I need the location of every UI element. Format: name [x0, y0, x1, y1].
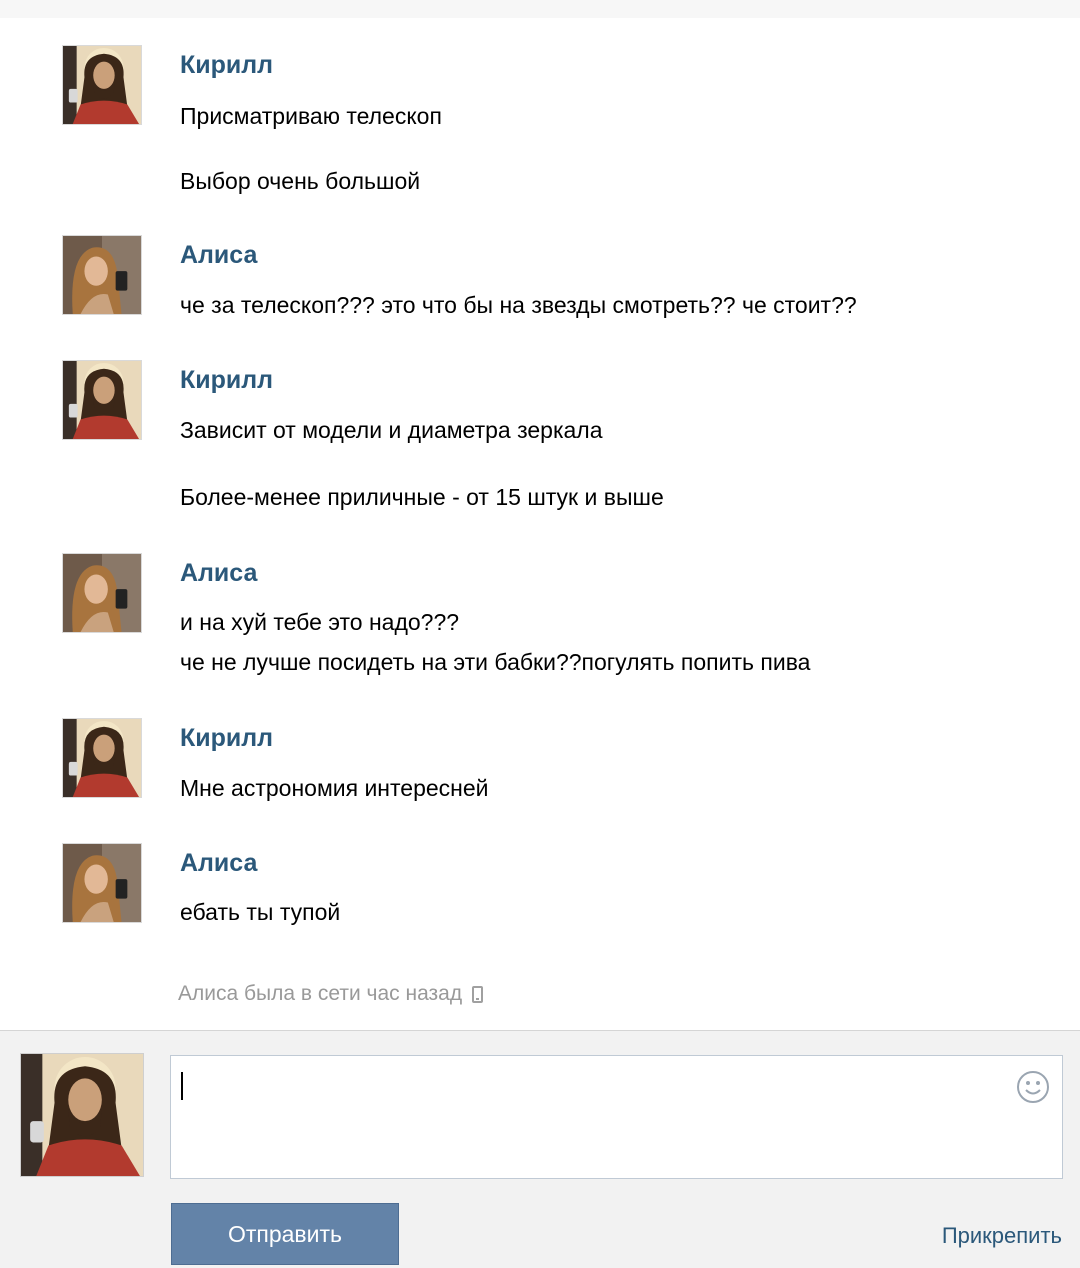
girl-avatar[interactable] [62, 235, 142, 315]
message-text: и на хуй тебе это надо??? [180, 609, 460, 635]
sender-name[interactable]: Алиса [180, 849, 257, 878]
jesus-avatar[interactable] [62, 45, 142, 125]
mobile-phone-icon [472, 985, 484, 1003]
girl-avatar[interactable] [62, 553, 142, 633]
text-caret [181, 1072, 183, 1100]
message-composer: Отправить Прикрепить [0, 1030, 1080, 1268]
message-text: Более-менее приличные - от 15 штук и выш… [180, 484, 664, 510]
message-text: Мне астрономия интересней [180, 775, 489, 801]
message-text: Выбор очень большой [180, 168, 421, 194]
jesus-avatar[interactable] [62, 360, 142, 440]
girl-avatar[interactable] [62, 843, 142, 923]
sender-name[interactable]: Алиса [180, 241, 257, 270]
online-status: Алиса была в сети час назад [178, 982, 484, 1006]
jesus-avatar[interactable] [62, 718, 142, 798]
sender-name[interactable]: Кирилл [180, 366, 273, 395]
message-input-box[interactable] [170, 1055, 1063, 1179]
message-input[interactable] [179, 1064, 1003, 1168]
message-text: че за телескоп??? это что бы на звезды с… [180, 292, 857, 318]
smile-icon[interactable] [1016, 1070, 1050, 1104]
sender-name[interactable]: Алиса [180, 559, 257, 588]
attach-link[interactable]: Прикрепить [942, 1223, 1062, 1249]
message-text: че не лучше посидеть на эти бабки??погул… [180, 649, 811, 675]
status-text: Алиса была в сети час назад [178, 982, 463, 1005]
sender-name[interactable]: Кирилл [180, 51, 273, 80]
jesus-avatar[interactable] [20, 1053, 144, 1177]
send-button[interactable]: Отправить [171, 1203, 399, 1265]
chat-history: Кирилл Присматриваю телескоп Выбор очень… [0, 0, 1080, 1030]
message-text: Присматриваю телескоп [180, 103, 442, 129]
message-text: ебать ты тупой [180, 899, 341, 925]
message-text: Зависит от модели и диаметра зеркала [180, 417, 603, 443]
sender-name[interactable]: Кирилл [180, 724, 273, 753]
